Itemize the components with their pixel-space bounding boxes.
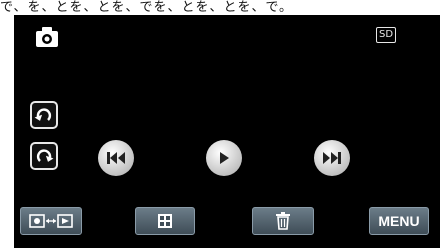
play-icon (220, 152, 229, 164)
play-button[interactable] (206, 140, 242, 176)
rotate-right-icon (36, 149, 54, 162)
index-view-icon (158, 214, 172, 228)
playback-switch-button[interactable] (20, 207, 82, 235)
rotate-left-icon (34, 108, 52, 121)
skip-previous-icon (107, 152, 125, 164)
camera-screen: SD MENU (14, 15, 440, 248)
storage-badge: SD (376, 27, 397, 43)
menu-button[interactable]: MENU (369, 207, 429, 235)
trash-icon (276, 212, 290, 230)
delete-button[interactable] (252, 207, 314, 235)
playback-switch-icon (29, 214, 73, 228)
index-view-button[interactable] (135, 207, 195, 235)
next-button[interactable] (314, 140, 350, 176)
skip-next-icon (323, 152, 341, 164)
still-camera-icon (36, 27, 58, 47)
rotate-right-button[interactable] (30, 142, 58, 170)
caption-text: で、を、とを、とを、でを、とを、とを、で。 (0, 0, 293, 14)
menu-label: MENU (378, 213, 420, 229)
previous-button[interactable] (98, 140, 134, 176)
rotate-left-button[interactable] (30, 101, 58, 129)
